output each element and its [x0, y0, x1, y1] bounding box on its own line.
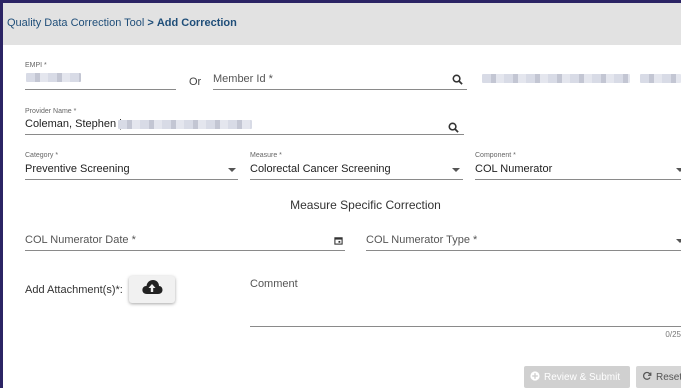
breadcrumb: Quality Data Correction Tool > Add Correct… [7, 17, 237, 29]
member-info-redacted [482, 74, 630, 83]
upload-attachment-button[interactable] [129, 276, 175, 303]
or-text: Or [189, 76, 202, 88]
empi-field[interactable] [25, 89, 176, 90]
provider-search-icon[interactable] [447, 121, 459, 133]
comment-char-counter: 0/25 [665, 330, 681, 339]
reset-label: Reset [656, 371, 681, 383]
cloud-upload-icon [141, 279, 163, 300]
measure-select[interactable]: Colorectal Cancer Screening [250, 163, 391, 175]
attachment-label: Add Attachment(s)*: [25, 284, 123, 296]
provider-input[interactable]: Coleman, Stephen | [25, 118, 122, 130]
calendar-icon[interactable] [333, 235, 343, 245]
reset-button[interactable]: Reset [636, 366, 681, 388]
category-select[interactable]: Preventive Screening [25, 163, 130, 175]
breadcrumb-parent-link[interactable]: Quality Data Correction Tool [7, 17, 144, 29]
chevron-down-icon[interactable] [676, 168, 681, 172]
search-icon[interactable] [451, 73, 463, 85]
member-info-redacted-2 [640, 74, 681, 83]
section-title: Measure Specific Correction [290, 198, 441, 212]
plus-circle-icon [530, 370, 540, 384]
breadcrumb-current: Add Correction [156, 17, 237, 29]
col-numerator-date-input[interactable]: COL Numerator Date * [25, 234, 136, 246]
empi-label: EMPI * [25, 62, 47, 69]
page-header: Quality Data Correction Tool > Add Correct… [3, 3, 681, 45]
comment-textarea[interactable]: Comment [250, 278, 298, 290]
col-type-underline [366, 250, 681, 251]
component-select[interactable]: COL Numerator [475, 163, 552, 175]
provider-underline [25, 134, 464, 135]
refresh-icon [642, 371, 652, 384]
empi-value-redacted [26, 73, 81, 82]
component-underline [475, 179, 681, 180]
comment-underline [250, 326, 681, 327]
measure-label: Measure * [250, 152, 282, 159]
provider-value-redacted [118, 120, 252, 129]
member-id-input[interactable]: Member Id * [213, 73, 273, 85]
breadcrumb-separator: > [147, 17, 154, 29]
chevron-down-icon[interactable] [228, 168, 236, 172]
category-underline [25, 179, 238, 180]
chevron-down-icon[interactable] [676, 239, 681, 243]
col-date-underline [25, 250, 345, 251]
col-numerator-type-select[interactable]: COL Numerator Type * [366, 234, 477, 246]
provider-label: Provider Name * [25, 108, 77, 115]
measure-underline [250, 179, 463, 180]
review-submit-button[interactable]: Review & Submit [524, 366, 630, 388]
chevron-down-icon[interactable] [452, 168, 460, 172]
review-submit-label: Review & Submit [544, 371, 621, 383]
app-frame [0, 0, 681, 388]
category-label: Category * [25, 152, 59, 159]
member-id-underline [213, 89, 467, 90]
component-label: Component * [475, 152, 516, 159]
